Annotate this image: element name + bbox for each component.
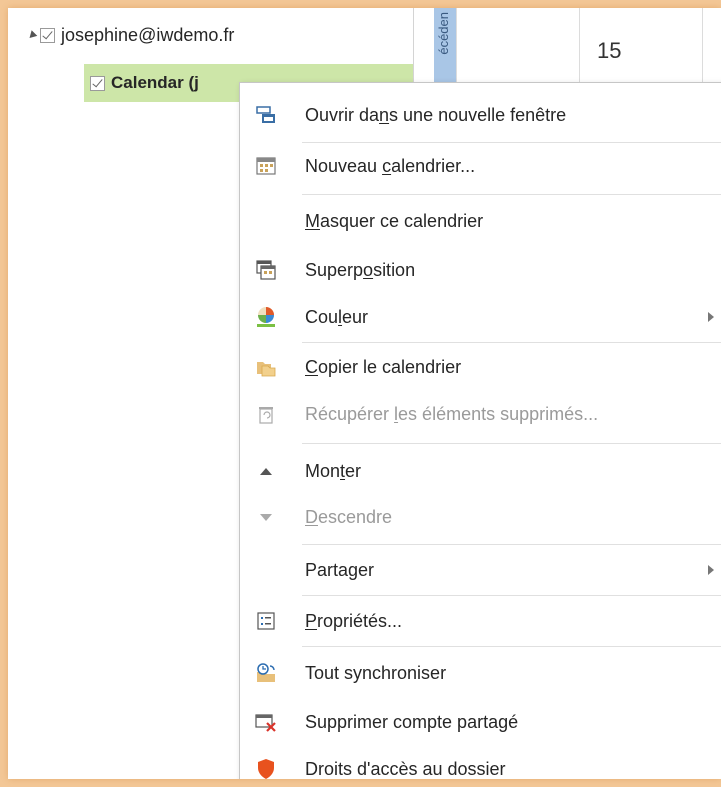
- menu-separator: [302, 142, 721, 143]
- menu-item-label: Supprimer compte partagé: [305, 711, 519, 732]
- menu-item-label: Partager: [305, 559, 375, 580]
- menu-item-label: Propriétés...: [305, 610, 403, 631]
- menu-item-label: Monter: [305, 460, 362, 481]
- submenu-arrow-icon: [708, 312, 714, 322]
- menu-item-move-up[interactable]: Monter: [240, 449, 721, 493]
- menu-item-label: Masquer ce calendrier: [305, 210, 484, 231]
- menu-item-move-down[interactable]: Descendre: [240, 495, 721, 539]
- recover-deleted-icon: [255, 403, 277, 425]
- copy-calendar-icon: [255, 356, 277, 378]
- overlay-icon: [255, 259, 277, 281]
- menu-separator: [302, 646, 721, 647]
- menu-item-label: Superposition: [305, 259, 416, 280]
- calendar-label: Calendar (j: [111, 73, 199, 92]
- menu-separator: [302, 595, 721, 596]
- move-up-icon: [255, 460, 277, 482]
- properties-icon: [255, 610, 277, 632]
- previous-appointment-label: écéden: [436, 12, 451, 55]
- color-palette-icon: [255, 306, 277, 328]
- account-folder-row[interactable]: josephine@iwdemo.fr: [26, 20, 235, 50]
- menu-item-label: Récupérer les éléments supprimés...: [305, 403, 599, 424]
- menu-separator: [302, 194, 721, 195]
- new-calendar-icon: [255, 155, 277, 177]
- remove-shared-account-icon: [255, 711, 277, 733]
- menu-item-properties[interactable]: Propriétés...: [240, 599, 721, 643]
- menu-item-folder-access-rights[interactable]: Droits d'accès au dossier: [240, 747, 721, 779]
- calendar-checkbox[interactable]: [90, 75, 105, 91]
- menu-item-remove-shared-account[interactable]: Supprimer compte partagé: [240, 700, 721, 744]
- menu-item-copy-calendar[interactable]: Copier le calendrier: [240, 345, 721, 389]
- expand-arrow-icon[interactable]: [26, 29, 38, 41]
- account-label: josephine@iwdemo.fr: [61, 24, 235, 45]
- submenu-arrow-icon: [708, 565, 714, 575]
- menu-item-recover-deleted[interactable]: Récupérer les éléments supprimés...: [240, 392, 721, 436]
- menu-item-label: Ouvrir dans une nouvelle fenêtre: [305, 104, 567, 125]
- menu-item-open-new-window[interactable]: Ouvrir dans une nouvelle fenêtre: [240, 93, 721, 137]
- menu-item-label: Couleur: [305, 306, 369, 327]
- menu-item-new-calendar[interactable]: Nouveau calendrier...: [240, 144, 721, 188]
- menu-item-label: Copier le calendrier: [305, 356, 462, 377]
- menu-item-label: Descendre: [305, 506, 393, 527]
- account-checkbox[interactable]: [40, 27, 55, 43]
- open-new-window-icon: [255, 104, 277, 126]
- menu-item-sync-all[interactable]: Tout synchroniser: [240, 651, 721, 695]
- menu-separator: [302, 342, 721, 343]
- menu-item-hide-calendar[interactable]: Masquer ce calendrier: [240, 199, 721, 243]
- menu-item-label: Nouveau calendrier...: [305, 155, 476, 176]
- sync-all-icon: [255, 662, 277, 684]
- menu-item-share[interactable]: Partager: [240, 548, 721, 592]
- menu-separator: [302, 443, 721, 444]
- menu-separator: [302, 544, 721, 545]
- menu-item-label: Tout synchroniser: [305, 662, 447, 683]
- menu-item-overlay[interactable]: Superposition: [240, 248, 721, 292]
- move-down-icon: [255, 506, 277, 528]
- outlook-window: josephine@iwdemo.fr Calendar (j écéden 1…: [8, 8, 721, 779]
- context-menu: Ouvrir dans une nouvelle fenêtre Nouveau…: [239, 82, 721, 779]
- menu-item-label: Droits d'accès au dossier: [305, 758, 506, 779]
- folder-access-rights-icon: [255, 758, 277, 779]
- day-number: 15: [597, 38, 622, 63]
- menu-item-color[interactable]: Couleur: [240, 295, 721, 339]
